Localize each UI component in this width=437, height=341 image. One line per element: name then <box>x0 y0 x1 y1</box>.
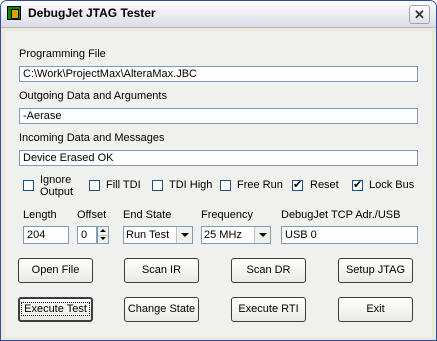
exit-button[interactable]: Exit <box>338 297 413 322</box>
reset-checkbox[interactable] <box>292 178 303 191</box>
frequency-value: 25 MHz <box>204 229 242 241</box>
offset-label: Offset <box>77 209 107 221</box>
ignore-output-checkbox[interactable] <box>23 180 34 191</box>
execute-rti-button[interactable]: Execute RTI <box>231 297 306 322</box>
tcp-label: DebugJet TCP Adr./USB <box>281 209 401 221</box>
execute-test-label: Execute Test <box>21 302 90 316</box>
programming-file-input[interactable]: C:\Work\ProjectMax\AlteraMax.JBC <box>19 66 418 82</box>
length-label: Length <box>23 209 57 221</box>
tdi-high-label: TDI High <box>169 179 213 191</box>
outgoing-label: Outgoing Data and Arguments <box>19 90 167 102</box>
frequency-label: Frequency <box>201 209 253 221</box>
incoming-label: Incoming Data and Messages <box>19 132 165 144</box>
end-state-label: End State <box>123 209 172 221</box>
free-run-checkbox[interactable] <box>220 180 231 191</box>
length-input[interactable]: 204 <box>23 226 69 244</box>
chevron-down-icon[interactable] <box>254 227 270 243</box>
app-icon <box>7 6 21 20</box>
window-title: DebugJet JTAG Tester <box>28 6 156 20</box>
ignore-output-label-line1: Ignore <box>40 174 72 186</box>
dialog-body: Programming File C:\Work\ProjectMax\Alte… <box>5 31 432 337</box>
open-file-button[interactable]: Open File <box>18 258 93 283</box>
incoming-input[interactable]: Device Erased OK <box>19 150 418 166</box>
tcp-input[interactable]: USB 0 <box>281 226 418 244</box>
spin-down-arrow-icon[interactable] <box>98 235 108 243</box>
title-bar[interactable]: DebugJet JTAG Tester ✕ <box>1 1 436 28</box>
setup-jtag-button[interactable]: Setup JTAG <box>338 258 413 283</box>
ignore-output-label-line2: Output <box>40 186 74 198</box>
app-window: DebugJet JTAG Tester ✕ Programming File … <box>0 0 437 341</box>
free-run-label: Free Run <box>237 179 283 191</box>
scan-dr-button[interactable]: Scan DR <box>231 258 306 283</box>
programming-file-label: Programming File <box>19 48 106 60</box>
lock-bus-label: Lock Bus <box>369 179 415 191</box>
change-state-button[interactable]: Change State <box>124 297 199 322</box>
tdi-high-checkbox[interactable] <box>152 180 163 191</box>
reset-label: Reset <box>310 179 339 191</box>
end-state-value: Run Test <box>126 229 170 241</box>
fill-tdi-label: Fill TDI <box>106 179 141 191</box>
offset-spinner[interactable] <box>97 226 109 244</box>
scan-ir-button[interactable]: Scan IR <box>124 258 199 283</box>
lock-bus-checkbox[interactable] <box>352 178 363 191</box>
execute-test-button[interactable]: Execute Test <box>18 297 93 322</box>
end-state-select[interactable]: Run Test <box>123 226 193 244</box>
offset-input[interactable]: 0 <box>77 226 97 244</box>
close-button[interactable]: ✕ <box>409 5 430 24</box>
chevron-down-icon[interactable] <box>176 227 192 243</box>
outgoing-input[interactable]: -Aerase <box>19 108 418 124</box>
fill-tdi-checkbox[interactable] <box>89 180 100 191</box>
ignore-output-label: Ignore Output <box>40 174 73 198</box>
frequency-select[interactable]: 25 MHz <box>201 226 271 244</box>
